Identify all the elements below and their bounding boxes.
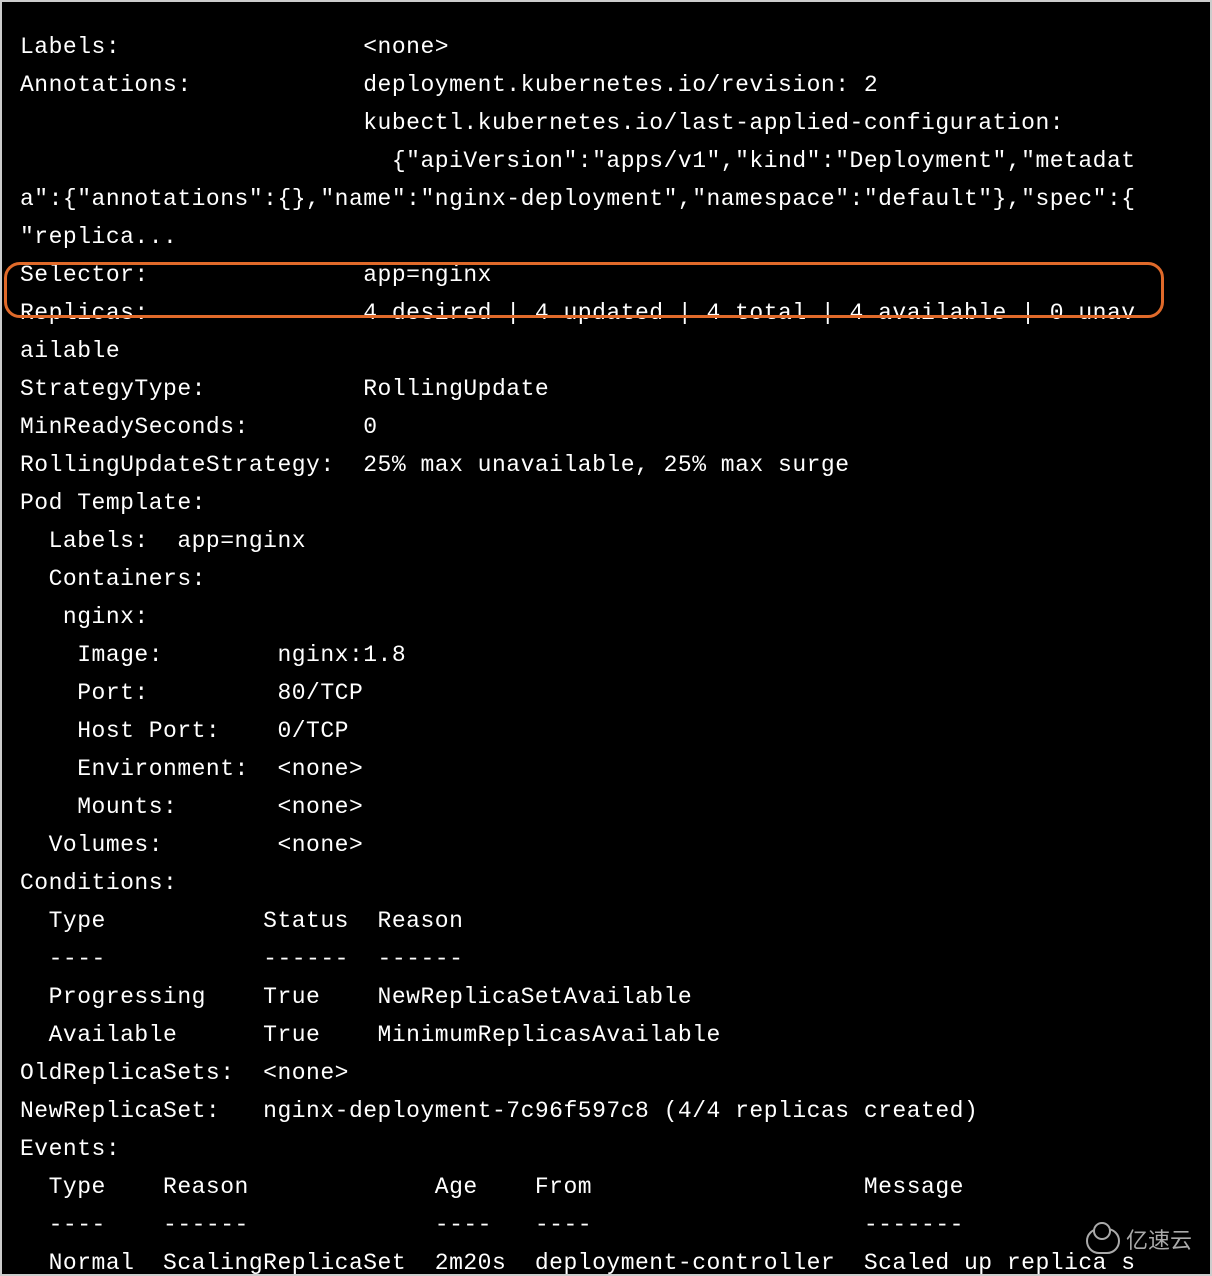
terminal-line: MinReadySeconds: 0	[20, 408, 1210, 446]
terminal-line: Normal ScalingReplicaSet 2m20s deploymen…	[20, 1244, 1210, 1276]
terminal-line: "replica...	[20, 218, 1210, 256]
cloud-icon	[1086, 1228, 1120, 1254]
terminal-line: ailable	[20, 332, 1210, 370]
watermark: 亿速云	[1086, 1222, 1192, 1260]
terminal-line: NewReplicaSet: nginx-deployment-7c96f597…	[20, 1092, 1210, 1130]
terminal-line: kubectl.kubernetes.io/last-applied-confi…	[20, 104, 1210, 142]
terminal-window: Labels: <none>Annotations: deployment.ku…	[0, 0, 1212, 1276]
terminal-line: a":{"annotations":{},"name":"nginx-deplo…	[20, 180, 1210, 218]
terminal-line: Environment: <none>	[20, 750, 1210, 788]
terminal-line: ---- ------ ------	[20, 940, 1210, 978]
terminal-line: Type Status Reason	[20, 902, 1210, 940]
terminal-output[interactable]: Labels: <none>Annotations: deployment.ku…	[20, 28, 1210, 1276]
terminal-line: RollingUpdateStrategy: 25% max unavailab…	[20, 446, 1210, 484]
terminal-line: Pod Template:	[20, 484, 1210, 522]
terminal-line: {"apiVersion":"apps/v1","kind":"Deployme…	[20, 142, 1210, 180]
terminal-line: OldReplicaSets: <none>	[20, 1054, 1210, 1092]
terminal-line: StrategyType: RollingUpdate	[20, 370, 1210, 408]
terminal-line: Annotations: deployment.kubernetes.io/re…	[20, 66, 1210, 104]
terminal-line: Type Reason Age From Message	[20, 1168, 1210, 1206]
terminal-line: Labels: app=nginx	[20, 522, 1210, 560]
terminal-line: Mounts: <none>	[20, 788, 1210, 826]
terminal-line: Replicas: 4 desired | 4 updated | 4 tota…	[20, 294, 1210, 332]
terminal-line: Events:	[20, 1130, 1210, 1168]
terminal-line: Available True MinimumReplicasAvailable	[20, 1016, 1210, 1054]
terminal-line: Progressing True NewReplicaSetAvailable	[20, 978, 1210, 1016]
terminal-line: Volumes: <none>	[20, 826, 1210, 864]
terminal-line: Conditions:	[20, 864, 1210, 902]
terminal-line: Image: nginx:1.8	[20, 636, 1210, 674]
terminal-line: Selector: app=nginx	[20, 256, 1210, 294]
terminal-line: Port: 80/TCP	[20, 674, 1210, 712]
terminal-line: Containers:	[20, 560, 1210, 598]
terminal-line: ---- ------ ---- ---- -------	[20, 1206, 1210, 1244]
terminal-line: nginx:	[20, 598, 1210, 636]
terminal-line: Host Port: 0/TCP	[20, 712, 1210, 750]
terminal-line: Labels: <none>	[20, 28, 1210, 66]
watermark-text: 亿速云	[1126, 1222, 1192, 1260]
